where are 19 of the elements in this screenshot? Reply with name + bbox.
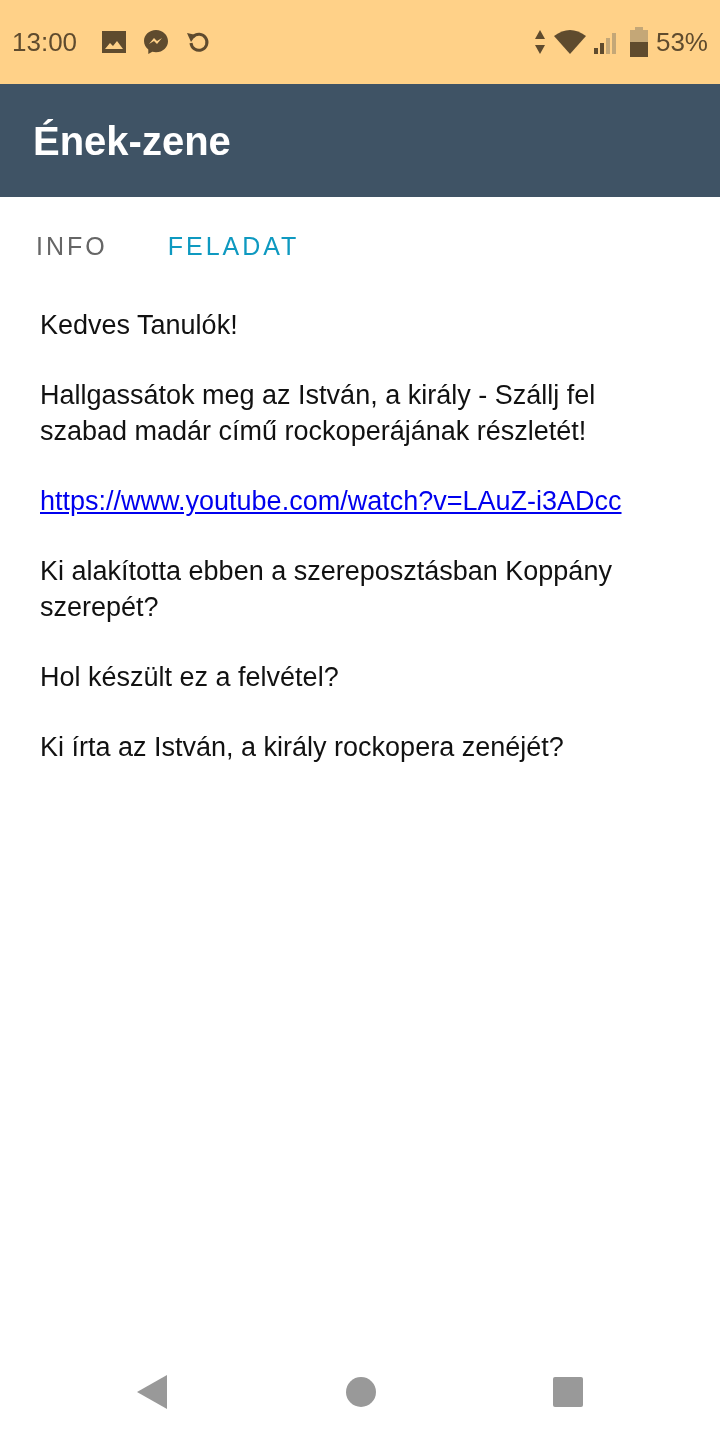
wifi-icon xyxy=(553,30,586,54)
recents-icon[interactable] xyxy=(553,1377,584,1407)
back-icon[interactable] xyxy=(136,1375,169,1409)
home-icon[interactable] xyxy=(346,1377,376,1407)
paragraph: Ki írta az István, a király rockopera zenéjét? xyxy=(40,731,565,764)
image-icon xyxy=(101,30,128,54)
tab[interactable]: INFO xyxy=(36,228,108,266)
status-time: 13:00 xyxy=(12,25,78,59)
app-title: Ének-zene xyxy=(33,117,231,165)
paragraph: Hallgassátok meg az István, a király - Szállj fel szabad madár című rockoperájának részletét! xyxy=(40,379,597,448)
data-arrows-icon xyxy=(533,29,546,55)
paragraph: Hol készült ez a felvétel? xyxy=(40,661,340,694)
tab[interactable]: FELADAT xyxy=(167,228,300,266)
battery-icon xyxy=(629,27,648,57)
paragraph: Kedves Tanulók! xyxy=(40,309,239,342)
video-link[interactable]: https://www.youtube.com/watch?v=LAuZ-i3ADcc xyxy=(40,486,622,516)
paragraph: Ki alakította ebben a szereposztásban Koppány szerepét? xyxy=(40,555,613,624)
chat-icon xyxy=(143,29,170,55)
battery-percentage: 53% xyxy=(655,25,708,59)
